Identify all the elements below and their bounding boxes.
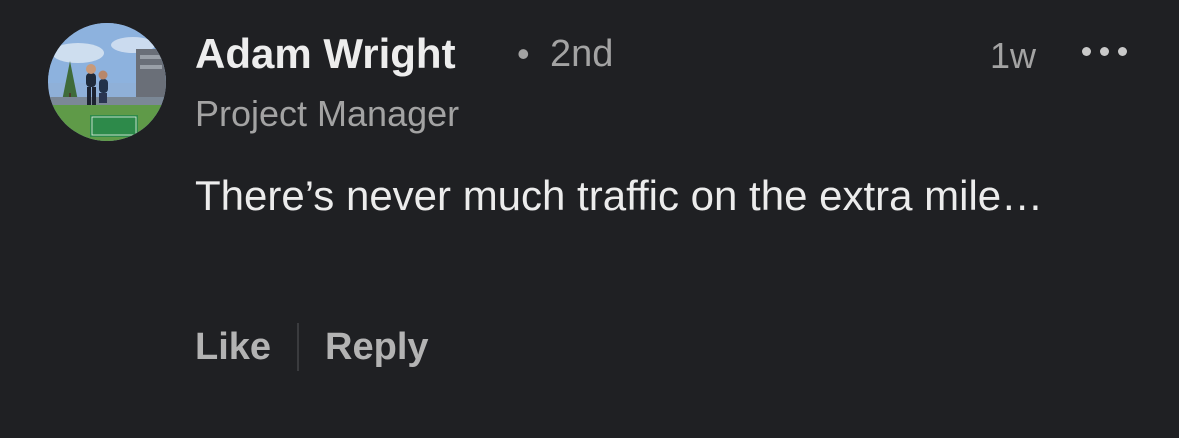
separator-dot: • <box>517 33 530 74</box>
comment-actions: Like Reply <box>195 322 429 372</box>
reply-button[interactable]: Reply <box>325 322 428 372</box>
more-options-icon[interactable] <box>1082 42 1128 60</box>
comment-timestamp: 1w <box>990 35 1037 76</box>
like-button[interactable]: Like <box>195 322 271 372</box>
author-avatar[interactable] <box>48 23 166 141</box>
author-headline: Project Manager <box>195 93 460 134</box>
comment-card: Adam Wright • 2nd 1w Project Manager The… <box>0 0 1179 438</box>
author-name[interactable]: Adam Wright <box>195 29 456 79</box>
comment-text: There’s never much traffic on the extra … <box>195 172 1044 219</box>
action-divider <box>297 323 300 371</box>
avatar-photo <box>48 23 166 141</box>
connection-degree: 2nd <box>550 33 614 75</box>
